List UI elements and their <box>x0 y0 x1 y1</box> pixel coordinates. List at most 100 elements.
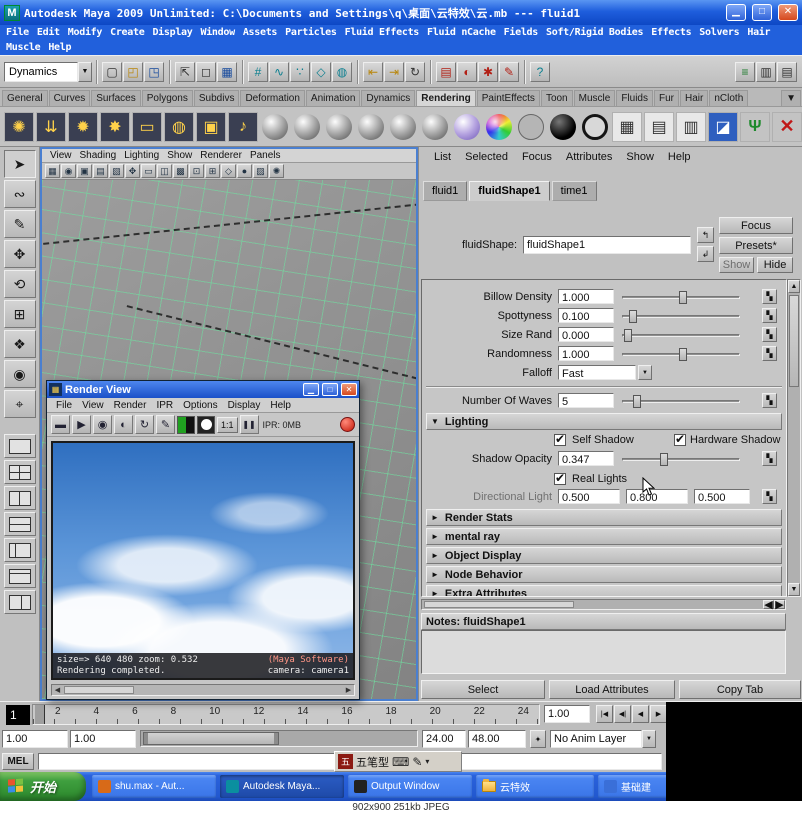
slider-thumb[interactable] <box>628 310 637 323</box>
panel-menu-renderer[interactable]: Renderer <box>196 150 246 161</box>
lasso-tool[interactable]: ∾ <box>3 180 36 208</box>
ambient-light-icon[interactable]: ✺ <box>4 111 34 142</box>
ramp-shader-icon[interactable] <box>486 113 512 140</box>
four-pane-layout-button[interactable] <box>3 460 36 484</box>
maximize-button[interactable]: □ <box>752 4 772 21</box>
menu-effects[interactable]: Effects <box>647 27 695 38</box>
menu-particles[interactable]: Particles <box>281 27 341 38</box>
channel-box-icon[interactable]: ▥ <box>756 61 776 82</box>
panel-menu-panels[interactable]: Panels <box>246 150 285 161</box>
phong-shader-icon[interactable] <box>326 113 352 140</box>
range-handle[interactable] <box>144 733 148 744</box>
texture-map-icon[interactable]: ▚ <box>762 308 777 323</box>
ae-menu-selected[interactable]: Selected <box>458 151 515 163</box>
notes-header[interactable]: Notes: fluidShape1 <box>421 613 786 630</box>
layered-shader-icon[interactable] <box>422 113 448 140</box>
render-view-minimize-button[interactable]: ▁ <box>303 383 319 396</box>
slider-thumb[interactable] <box>633 395 642 408</box>
real-lights-checkbox[interactable] <box>554 471 566 485</box>
rv-menu-file[interactable]: File <box>51 400 77 411</box>
two-d-pan-icon[interactable]: ✥ <box>125 164 140 178</box>
render-clapper-icon[interactable]: ▬ <box>51 415 70 434</box>
textured-icon[interactable]: ▨ <box>253 164 268 178</box>
range-slider[interactable] <box>140 730 418 747</box>
attr-value-field[interactable]: 0.000 <box>558 327 614 342</box>
attr-value-field[interactable]: 1.000 <box>558 346 614 361</box>
menu-display[interactable]: Display <box>148 27 196 38</box>
shelf-tab-general[interactable]: General <box>2 90 48 106</box>
gate-mask-icon[interactable]: ▩ <box>173 164 188 178</box>
attribute-scroll-area[interactable]: Billow Density 1.000 ▚ Spottyness 0.100 … <box>421 279 787 597</box>
render-view-close-button[interactable]: ✕ <box>341 383 357 396</box>
texture-map-icon[interactable]: ▚ <box>762 489 777 504</box>
shelf-tab-fluids[interactable]: Fluids <box>616 90 653 106</box>
focus-out-icon[interactable]: ↲ <box>697 246 714 262</box>
texture-map-icon[interactable]: ▚ <box>762 393 777 408</box>
file-open-icon[interactable]: ◰ <box>123 61 143 82</box>
slider-thumb[interactable] <box>678 291 687 304</box>
playback-end-field[interactable]: 24.00 <box>422 730 466 748</box>
surface-shader-icon[interactable] <box>518 113 544 140</box>
attr-slider[interactable] <box>622 348 740 361</box>
self-shadow-checkbox[interactable] <box>554 432 566 446</box>
safe-title-icon[interactable]: ⊞ <box>205 164 220 178</box>
start-button[interactable]: 开始 <box>0 772 86 801</box>
taskbar-item-shu-max[interactable]: shu.max - Aut... <box>92 775 216 798</box>
delete-unused-icon[interactable]: ✕ <box>772 111 802 142</box>
render-frame-icon[interactable]: ▤ <box>436 61 456 82</box>
keyboard-icon[interactable]: ⌨ <box>392 755 409 769</box>
show-manipulator-tool[interactable]: ⌖ <box>3 390 36 418</box>
phonge-shader-icon[interactable] <box>358 113 384 140</box>
attr-value-field[interactable]: 0.347 <box>558 451 614 466</box>
rv-menu-display[interactable]: Display <box>223 400 266 411</box>
paint-select-tool[interactable]: ✎ <box>3 210 36 238</box>
playback-start-field[interactable]: 1.00 <box>70 730 136 748</box>
rv-menu-help[interactable]: Help <box>265 400 296 411</box>
attribute-hscrollbar[interactable]: ◀ ▶ <box>421 599 786 611</box>
layer-editor-icon[interactable]: ▤ <box>777 61 797 82</box>
render-view-titlebar[interactable]: ▦ Render View ▁ □ ✕ <box>47 381 359 398</box>
bookmarks-icon[interactable]: ▤ <box>93 164 108 178</box>
construction-history-icon[interactable]: ↻ <box>405 61 425 82</box>
lambert-shader-icon[interactable] <box>262 113 288 140</box>
section-lighting[interactable]: ▼ Lighting <box>426 413 782 430</box>
render-settings-icon[interactable]: ✱ <box>478 61 498 82</box>
focus-button[interactable]: Focus <box>719 217 793 234</box>
ime-language-bar[interactable]: 五 五笔型 ⌨ ✎ ▾ <box>334 751 462 772</box>
batch-render-icon[interactable]: ▥ <box>676 111 706 142</box>
render-view-window[interactable]: ▦ Render View ▁ □ ✕ File View Render IPR… <box>46 380 360 700</box>
camera-attributes-icon[interactable]: ▣ <box>77 164 92 178</box>
rgb-channels-icon[interactable] <box>177 415 195 434</box>
section-render-stats[interactable]: ► Render Stats <box>426 509 782 526</box>
section-object-display[interactable]: ► Object Display <box>426 547 782 564</box>
hardware-shadow-checkbox[interactable] <box>674 432 686 446</box>
snap-grid-icon[interactable]: # <box>248 61 268 82</box>
section-node-behavior[interactable]: ► Node Behavior <box>426 566 782 583</box>
soft-mod-tool[interactable]: ◉ <box>3 360 36 388</box>
section-extra-attributes[interactable]: ► Extra Attributes <box>426 585 782 596</box>
tab-fluidshape1[interactable]: fluidShape1 <box>469 181 550 201</box>
shelf-tab-deformation[interactable]: Deformation <box>240 90 305 106</box>
volume-light-icon[interactable]: ◍ <box>164 111 194 142</box>
attribute-vscrollbar[interactable]: ▲ ▼ <box>787 279 801 597</box>
resolution-gate-icon[interactable]: ◫ <box>157 164 172 178</box>
directional-y-field[interactable]: 0.800 <box>626 489 688 504</box>
section-mental-ray[interactable]: ► mental ray <box>426 528 782 545</box>
ae-menu-focus[interactable]: Focus <box>515 151 559 163</box>
range-bar[interactable] <box>143 732 279 745</box>
select-object-icon[interactable]: ◻ <box>196 61 216 82</box>
scroll-right-icon[interactable]: ▶ <box>774 599 785 611</box>
paint-effects-icon[interactable]: ✎ <box>499 61 519 82</box>
lights-icon[interactable]: ✺ <box>269 164 284 178</box>
menu-window[interactable]: Window <box>196 27 238 38</box>
render-view-hscrollbar[interactable]: ◀ ▶ <box>51 684 355 696</box>
ime-method-label[interactable]: 五笔型 <box>356 754 389 770</box>
outliner-persp-layout-button[interactable] <box>3 538 36 562</box>
handwriting-icon[interactable]: ✎ <box>412 755 422 769</box>
rv-menu-view[interactable]: View <box>77 400 109 411</box>
step-back-button[interactable]: ◀| <box>614 705 631 723</box>
two-pane-stacked-layout-button[interactable] <box>3 512 36 536</box>
render-layer-icon[interactable]: ▤ <box>644 111 674 142</box>
attr-value-field[interactable]: 5 <box>558 393 614 408</box>
minimize-button[interactable]: ▁ <box>726 4 746 21</box>
